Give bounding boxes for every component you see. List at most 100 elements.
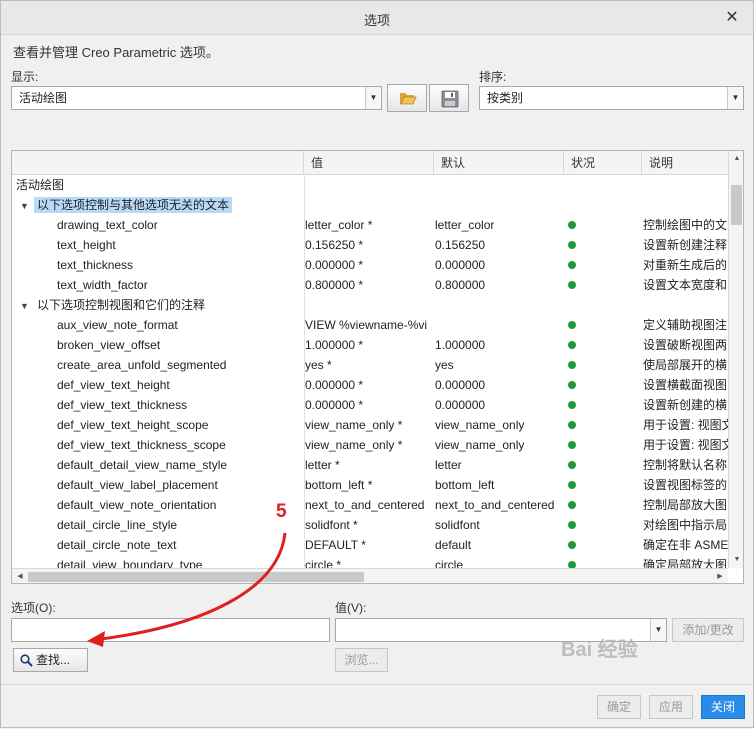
chevron-down-icon[interactable]: ▼	[365, 87, 381, 109]
value-label: 值(V):	[335, 601, 367, 615]
option-default	[435, 315, 561, 335]
status-ok-icon	[568, 321, 576, 329]
option-value: DEFAULT *	[305, 538, 366, 552]
option-value: 0.156250 *	[305, 238, 364, 252]
option-group-label: 以下选项控制视图和它们的注释	[37, 298, 206, 312]
add-change-button[interactable]: 添加/更改	[672, 618, 744, 642]
table-row[interactable]: aux_view_note_format VIEW %viewname-%vi 定义…	[12, 315, 728, 335]
option-default: yes	[435, 358, 454, 372]
option-description: 设置破断视图两	[643, 338, 728, 352]
horizontal-scrollbar[interactable]: ◀ ▶	[12, 568, 728, 583]
display-label: 显示:	[11, 70, 39, 84]
root-label: 活动绘图	[16, 178, 65, 192]
table-row[interactable]: def_view_text_thickness 0.000000 * 0.00000…	[12, 395, 728, 415]
option-default: circle	[435, 558, 464, 568]
expand-triangle-icon[interactable]: ▼	[20, 296, 34, 315]
status-ok-icon	[568, 341, 576, 349]
option-group-row[interactable]: ▼ 以下选项控制与其他选项无关的文本	[12, 195, 728, 215]
chevron-down-icon[interactable]: ▼	[650, 619, 666, 641]
status-ok-icon	[568, 521, 576, 529]
scroll-down-icon[interactable]: ▼	[729, 552, 743, 568]
column-header-default[interactable]: 默认	[434, 151, 564, 175]
option-value: next_to_and_centered	[305, 498, 425, 512]
table-row[interactable]: default_detail_view_name_style letter * le…	[12, 455, 728, 475]
option-name: def_view_text_height_scope	[57, 418, 209, 432]
title-bar[interactable]: 选项 ✕	[1, 1, 753, 35]
option-name: text_thickness	[57, 258, 134, 272]
option-default: 0.000000	[435, 258, 486, 272]
status-ok-icon	[568, 241, 576, 249]
table-row[interactable]: def_view_text_thickness_scope view_name_o…	[12, 435, 728, 455]
save-config-button[interactable]	[429, 84, 469, 112]
table-row[interactable]: def_view_text_height 0.000000 * 0.000000 设置…	[12, 375, 728, 395]
option-name: text_width_factor	[57, 278, 148, 292]
table-row[interactable]: text_width_factor 0.800000 * 0.800000 设置文本宽…	[12, 275, 728, 295]
option-name: def_view_text_thickness_scope	[57, 438, 226, 452]
option-description: 对绘图中指示局	[643, 518, 728, 532]
column-header-value[interactable]: 值	[304, 151, 434, 175]
expand-triangle-icon[interactable]: ▼	[20, 196, 34, 215]
option-group[interactable]: ▼ 以下选项控制视图和它们的注释	[20, 295, 310, 315]
table-root-row[interactable]: 活动绘图	[12, 175, 728, 195]
table-row[interactable]: detail_view_boundary_type circle * circle 确…	[12, 555, 728, 568]
apply-button[interactable]: 应用	[649, 695, 693, 719]
option-description: 设置新创建的横	[643, 398, 728, 412]
save-disk-icon	[441, 90, 459, 108]
option-value: view_name_only *	[305, 438, 403, 452]
option-description: 设置文本宽度和	[643, 278, 728, 292]
option-value: 0.800000 *	[305, 278, 364, 292]
search-icon	[20, 654, 33, 667]
table-row[interactable]: default_view_note_orientation next_to_and…	[12, 495, 728, 515]
option-default: solidfont	[435, 518, 480, 532]
table-row[interactable]: broken_view_offset 1.000000 * 1.000000 设置破断…	[12, 335, 728, 355]
ok-button[interactable]: 确定	[597, 695, 641, 719]
vertical-scroll-thumb[interactable]	[731, 185, 742, 225]
status-ok-icon	[568, 481, 576, 489]
sort-select-value: 按类别	[487, 91, 524, 105]
find-button[interactable]: 查找...	[13, 648, 88, 672]
scroll-right-icon[interactable]: ▶	[712, 569, 728, 583]
option-value: circle *	[305, 558, 342, 568]
close-button[interactable]: 关闭	[701, 695, 745, 719]
table-row[interactable]: default_view_label_placement bottom_left …	[12, 475, 728, 495]
option-default: view_name_only	[435, 418, 525, 432]
open-config-button[interactable]	[387, 84, 427, 112]
table-row[interactable]: detail_circle_line_style solidfont * solid…	[12, 515, 728, 535]
table-row[interactable]: create_area_unfold_segmented yes * yes 使局部展…	[12, 355, 728, 375]
close-icon[interactable]: ✕	[721, 7, 743, 29]
option-description: 控制绘图中的文	[643, 218, 728, 232]
table-row[interactable]: def_view_text_height_scope view_name_only…	[12, 415, 728, 435]
table-row[interactable]: text_thickness 0.000000 * 0.000000 对重新生成后的	[12, 255, 728, 275]
table-row[interactable]: text_height 0.156250 * 0.156250 设置新创建注释	[12, 235, 728, 255]
browse-button[interactable]: 浏览...	[335, 648, 388, 672]
scroll-left-icon[interactable]: ◀	[12, 569, 28, 583]
table-row[interactable]: detail_circle_note_text DEFAULT * default 确…	[12, 535, 728, 555]
option-default: 1.000000	[435, 338, 486, 352]
option-name: def_view_text_height	[57, 378, 170, 392]
option-group[interactable]: ▼ 以下选项控制与其他选项无关的文本	[20, 195, 310, 215]
status-ok-icon	[568, 261, 576, 269]
option-description: 设置横截面视图	[643, 378, 728, 392]
option-group-row[interactable]: ▼ 以下选项控制视图和它们的注释	[12, 295, 728, 315]
option-input[interactable]	[11, 618, 330, 642]
table-row[interactable]: drawing_text_color letter_color * letter_c…	[12, 215, 728, 235]
display-select[interactable]: 活动绘图 ▼	[11, 86, 382, 110]
column-header-status[interactable]: 状况	[564, 151, 642, 175]
chevron-down-icon[interactable]: ▼	[727, 87, 743, 109]
option-value: view_name_only *	[305, 418, 403, 432]
option-value: letter *	[305, 458, 340, 472]
find-button-label: 查找...	[36, 653, 71, 667]
option-value: bottom_left *	[305, 478, 373, 492]
column-header-description[interactable]: 说明	[642, 151, 728, 175]
column-header-name[interactable]	[12, 151, 304, 175]
horizontal-scroll-thumb[interactable]	[28, 572, 364, 582]
options-dialog: 选项 ✕ 查看并管理 Creo Parametric 选项。 显示: 活动绘图 …	[0, 0, 754, 728]
option-name: broken_view_offset	[57, 338, 161, 352]
scroll-up-icon[interactable]: ▲	[729, 151, 743, 167]
option-name: drawing_text_color	[57, 218, 158, 232]
option-default: 0.000000	[435, 378, 486, 392]
option-name: default_view_note_orientation	[57, 498, 217, 512]
vertical-scrollbar[interactable]: ▲ ▼	[728, 151, 743, 568]
option-default: view_name_only	[435, 438, 525, 452]
sort-select[interactable]: 按类别 ▼	[479, 86, 744, 110]
